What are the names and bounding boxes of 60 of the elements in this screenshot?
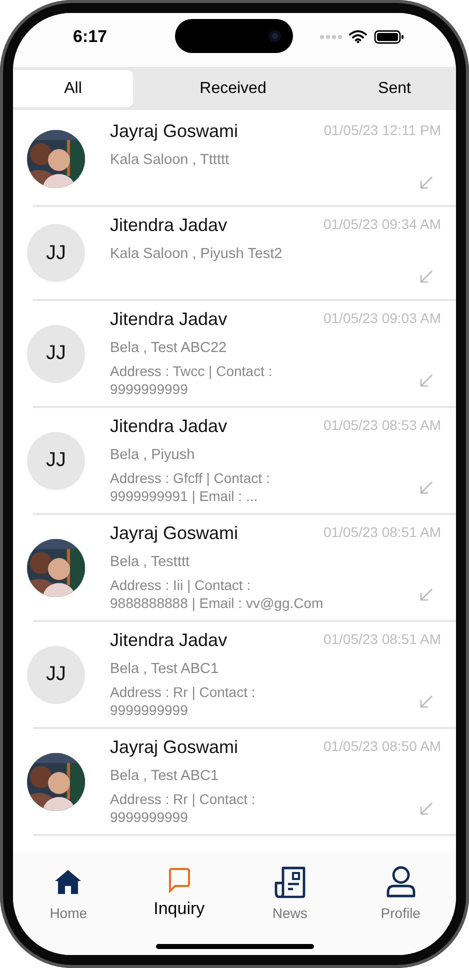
contact-name: Jayraj Goswami bbox=[110, 736, 240, 758]
contact-name: Jitendra Jadav bbox=[110, 308, 228, 330]
arrow-down-left-icon bbox=[419, 270, 433, 284]
inquiry-details: Address : Gfcff | Contact : 9999999991 | Email : ... bbox=[110, 469, 271, 505]
arrow-down-left-icon bbox=[419, 802, 433, 816]
battery-icon bbox=[374, 30, 404, 44]
nav-item[interactable]: Inquiry bbox=[124, 865, 234, 919]
inquiry-details: Address : Twcc | Contact : 9999999999 bbox=[110, 362, 274, 398]
timestamp: 01/05/23 12:11 PM bbox=[324, 121, 441, 140]
timestamp: 01/05/23 09:03 AM bbox=[323, 309, 441, 328]
signal-icon bbox=[320, 34, 342, 38]
timestamp: 01/05/23 08:51 AM bbox=[323, 523, 441, 542]
inquiry-subtitle: Bela , Test ABC1 bbox=[110, 767, 220, 786]
arrow-down-left-icon bbox=[419, 176, 433, 190]
contact-name: Jayraj Goswami bbox=[110, 120, 240, 142]
nav-item[interactable]: News bbox=[234, 865, 346, 921]
inquiry-details: Address : Iii | Contact : 9888888888 | Email : vv@gg.Com bbox=[110, 576, 324, 612]
avatar-initials: JJ bbox=[27, 646, 85, 704]
timestamp: 01/05/23 08:50 AM bbox=[323, 737, 441, 756]
camera-lens-icon bbox=[269, 30, 281, 42]
home-icon bbox=[54, 869, 82, 895]
arrow-down-left-icon bbox=[419, 695, 433, 709]
tab[interactable]: Sent bbox=[333, 70, 456, 107]
inquiry-row[interactable]: JJ Jitendra Jadav 01/05/23 08:53 AM Bela , Piyush Address : Gfcff | Contact : 9999999991 | Email : ... bbox=[13, 408, 456, 515]
avatar-initials: JJ bbox=[27, 432, 85, 490]
nav-item[interactable]: Home bbox=[13, 865, 124, 921]
contact-name: Jitendra Jadav bbox=[110, 629, 228, 651]
inquiry-subtitle: Bela , Test ABC22 bbox=[110, 339, 228, 358]
tab[interactable]: Received bbox=[133, 70, 333, 107]
inquiry-row[interactable]: JJ Jitendra Jadav 01/05/23 08:51 AM Bela , Test ABC1 Address : Rr | Contact : 9999999999 bbox=[13, 622, 456, 729]
inquiry-row[interactable]: JJ Jitendra Jadav 01/05/23 09:34 AM Kala Saloon , Piyush Test2 bbox=[13, 207, 456, 301]
inquiry-row[interactable]: Jayraj Goswami 01/05/23 12:11 PM Kala Saloon , Tttttt bbox=[13, 113, 456, 207]
contact-name: Jitendra Jadav bbox=[110, 415, 228, 437]
contact-name: Jayraj Goswami bbox=[110, 522, 240, 544]
nav-item[interactable]: Profile bbox=[345, 865, 456, 921]
inquiry-subtitle: Kala Saloon , Piyush Test2 bbox=[110, 245, 284, 264]
status-time: 6:17 bbox=[73, 26, 108, 46]
chat-bubble-icon bbox=[167, 867, 192, 893]
person-icon bbox=[386, 866, 416, 898]
inquiry-details: Address : Rr | Contact : 9999999999 bbox=[110, 683, 256, 719]
inquiry-subtitle: Kala Saloon , Tttttt bbox=[110, 151, 230, 170]
timestamp: 01/05/23 09:34 AM bbox=[323, 215, 441, 234]
inquiry-row[interactable]: Jayraj Goswami 01/05/23 08:50 AM Bela , Test ABC1 Address : Rr | Contact : 9999999999 bbox=[13, 729, 456, 836]
newspaper-icon bbox=[274, 866, 306, 898]
inquiry-row[interactable]: JJ Jitendra Jadav 01/05/23 09:03 AM Bela , Test ABC22 Address : Twcc | Contact : 9999999999 bbox=[13, 301, 456, 408]
arrow-down-left-icon bbox=[419, 481, 433, 495]
contact-name: Jitendra Jadav bbox=[110, 214, 228, 236]
arrow-down-left-icon bbox=[419, 588, 433, 602]
wifi-icon bbox=[349, 30, 367, 43]
avatar-initials: JJ bbox=[27, 324, 85, 382]
timestamp: 01/05/23 08:51 AM bbox=[323, 630, 441, 649]
inquiry-subtitle: Bela , Piyush bbox=[110, 446, 196, 465]
arrow-down-left-icon bbox=[419, 374, 433, 388]
inquiry-row[interactable]: Jayraj Goswami 01/05/23 08:51 AM Bela , Testttt Address : Iii | Contact : 9888888888 | Email : vv@gg.Com bbox=[13, 515, 456, 622]
avatar-initials: JJ bbox=[27, 224, 85, 282]
inquiry-subtitle: Bela , Testttt bbox=[110, 553, 191, 572]
inquiry-subtitle: Bela , Test ABC1 bbox=[110, 660, 220, 679]
tab[interactable]: All bbox=[13, 70, 133, 107]
inquiry-details: Address : Rr | Contact : 9999999999 bbox=[110, 790, 256, 826]
timestamp: 01/05/23 08:53 AM bbox=[323, 416, 441, 435]
